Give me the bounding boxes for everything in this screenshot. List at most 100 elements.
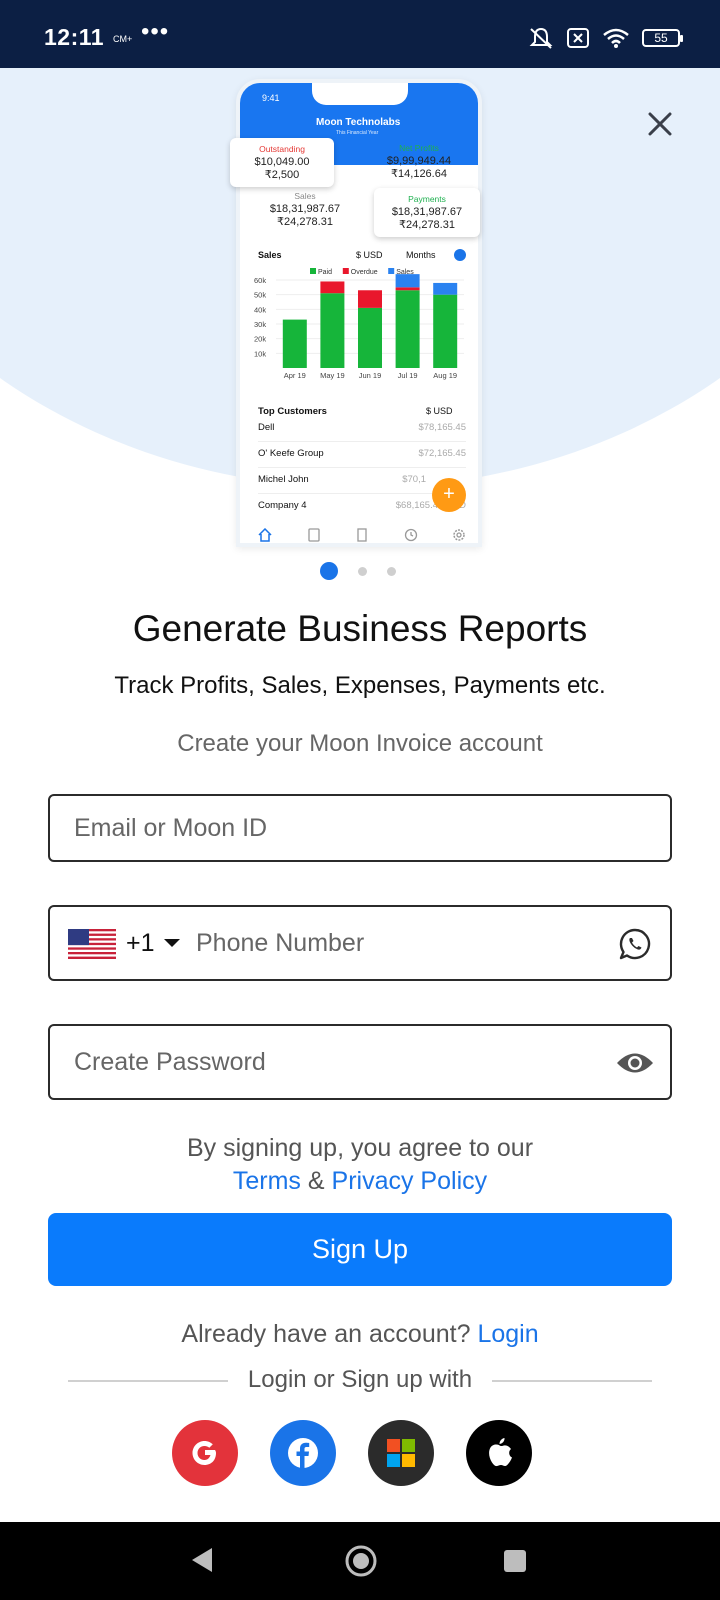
customer-name: O' Keefe Group bbox=[258, 448, 324, 459]
chart-bar-paid bbox=[320, 293, 345, 368]
payments-label: Payments bbox=[408, 194, 446, 204]
y-tick-label: 20k bbox=[254, 335, 266, 344]
status-bar: 12:11 CM+ ••• 55 bbox=[0, 0, 720, 68]
phone-time: 9:41 bbox=[262, 93, 280, 103]
login-prompt-text: Already have an account? bbox=[181, 1320, 471, 1348]
facebook-login-button[interactable] bbox=[270, 1420, 336, 1486]
net-profits-label: Net Profits bbox=[399, 143, 439, 153]
phone-input[interactable] bbox=[196, 907, 596, 979]
phone-company: Moon Technolabs bbox=[316, 117, 401, 128]
password-field-container bbox=[48, 1024, 672, 1100]
recent-apps-nav-icon[interactable] bbox=[504, 1550, 526, 1572]
outstanding-card: Outstanding $10,049.00 ₹2,500 bbox=[230, 138, 334, 187]
net-profits-block: Net Profits $9,99,949.44 ₹14,126.64 bbox=[364, 142, 474, 181]
customer-amount: $70,1 bbox=[402, 474, 426, 485]
legend-label: Paid bbox=[318, 269, 332, 276]
apple-login-button[interactable] bbox=[466, 1420, 532, 1486]
create-account-text: Create your Moon Invoice account bbox=[177, 730, 543, 757]
y-tick-label: 50k bbox=[254, 291, 266, 300]
sales-card-usd: $18,31,987.67 bbox=[269, 203, 341, 215]
customer-row: O' Keefe Group $72,165.45 bbox=[258, 442, 466, 468]
carousel-dot-active[interactable] bbox=[320, 562, 338, 580]
status-carrier: CM+ bbox=[113, 34, 133, 44]
password-input[interactable] bbox=[74, 1026, 574, 1098]
back-nav-icon[interactable] bbox=[190, 1546, 214, 1574]
chart-bar-paid bbox=[395, 290, 420, 368]
payments-inr: ₹24,278.31 bbox=[399, 219, 455, 231]
legend-swatch bbox=[342, 268, 349, 274]
terms-agreement: By signing up, you agree to our Terms & … bbox=[0, 1132, 720, 1198]
agreement-text: By signing up, you agree to our bbox=[186, 1134, 534, 1162]
invoice-tab-icon bbox=[357, 528, 367, 542]
system-navigation-bar bbox=[0, 1522, 720, 1600]
silent-icon bbox=[529, 27, 553, 49]
email-input[interactable] bbox=[74, 796, 654, 860]
page-title: Generate Business Reports bbox=[132, 608, 588, 649]
chevron-down-icon[interactable] bbox=[164, 939, 180, 947]
facebook-icon bbox=[288, 1438, 318, 1468]
sign-up-button[interactable]: Sign Up bbox=[48, 1213, 672, 1286]
sales-chart: Paid Overdue Sales60k50k40k30k20k10kApr 19… bbox=[254, 268, 464, 380]
privacy-policy-link[interactable]: Privacy Policy bbox=[332, 1167, 488, 1195]
y-tick-label: 30k bbox=[254, 320, 266, 329]
legend-swatch bbox=[388, 268, 395, 274]
login-link[interactable]: Login bbox=[477, 1320, 538, 1348]
legend-swatch bbox=[310, 268, 316, 274]
sales-card-label: Sales bbox=[294, 191, 316, 201]
chart-bar-paid bbox=[433, 294, 458, 368]
x-tick-label: Jul 19 bbox=[398, 371, 418, 380]
microsoft-icon bbox=[387, 1439, 415, 1467]
chart-bar-sales bbox=[433, 282, 458, 295]
phone-tab-bar bbox=[258, 528, 466, 542]
carousel-dot[interactable] bbox=[387, 566, 396, 576]
us-flag-icon[interactable] bbox=[68, 929, 116, 959]
close-icon[interactable] bbox=[636, 100, 684, 148]
customer-name: Michel John bbox=[258, 474, 309, 485]
status-icons: 55 bbox=[528, 26, 683, 50]
x-tick-label: May 19 bbox=[320, 371, 345, 380]
terms-link[interactable]: Terms bbox=[233, 1167, 301, 1195]
microsoft-login-button[interactable] bbox=[368, 1420, 434, 1486]
customer-amount: $72,165.45 bbox=[418, 448, 466, 459]
y-tick-label: 40k bbox=[254, 305, 266, 314]
social-divider: Login or Sign up with bbox=[68, 1366, 652, 1396]
outstanding-inr: ₹2,500 bbox=[264, 169, 300, 181]
legend-label: Overdue bbox=[351, 269, 378, 276]
chart-bar-paid bbox=[358, 307, 382, 368]
battery-indicator: 55 bbox=[642, 29, 683, 47]
chart-bar-overdue bbox=[395, 287, 420, 291]
add-fab-preview: + bbox=[432, 478, 466, 512]
home-nav-icon[interactable] bbox=[344, 1544, 378, 1578]
payments-card: Payments $18,31,987.67 ₹24,278.31 bbox=[374, 188, 480, 237]
status-more-dots: ••• bbox=[141, 18, 170, 45]
phone-notch bbox=[312, 83, 408, 105]
outstanding-usd: $10,049.00 bbox=[254, 156, 310, 168]
chart-bar-overdue bbox=[320, 281, 345, 294]
customer-row: Dell $78,165.45 bbox=[258, 416, 466, 442]
ampersand: & bbox=[307, 1167, 325, 1195]
carousel-indicator bbox=[320, 562, 396, 580]
google-login-button[interactable] bbox=[172, 1420, 238, 1486]
google-icon bbox=[192, 1441, 216, 1465]
net-profits-usd: $9,99,949.44 bbox=[386, 155, 452, 167]
phone-period: This Financial Year bbox=[336, 130, 379, 136]
customer-amount: $78,165.45 bbox=[418, 422, 466, 433]
settings-tab-icon bbox=[453, 529, 465, 541]
x-tick-label: Aug 19 bbox=[433, 371, 457, 380]
carousel-dot[interactable] bbox=[358, 566, 367, 576]
country-code[interactable]: +1 bbox=[126, 929, 155, 958]
chart-bar-paid bbox=[282, 319, 307, 368]
top-customers-currency: $ USD bbox=[426, 406, 453, 416]
payments-usd: $18,31,987.67 bbox=[391, 206, 463, 218]
sim-none-icon bbox=[567, 28, 589, 48]
eye-icon[interactable] bbox=[616, 1050, 654, 1076]
net-profits-inr: ₹14,126.64 bbox=[391, 168, 447, 180]
chart-bar-sales bbox=[395, 274, 420, 288]
customer-name: Dell bbox=[258, 422, 275, 433]
outstanding-label: Outstanding bbox=[259, 144, 305, 154]
x-tick-label: Jun 19 bbox=[359, 371, 382, 380]
social-login-buttons bbox=[172, 1420, 532, 1486]
chart-bar-overdue bbox=[358, 290, 382, 308]
x-tick-label: Apr 19 bbox=[284, 371, 306, 380]
history-tab-icon bbox=[404, 528, 417, 542]
